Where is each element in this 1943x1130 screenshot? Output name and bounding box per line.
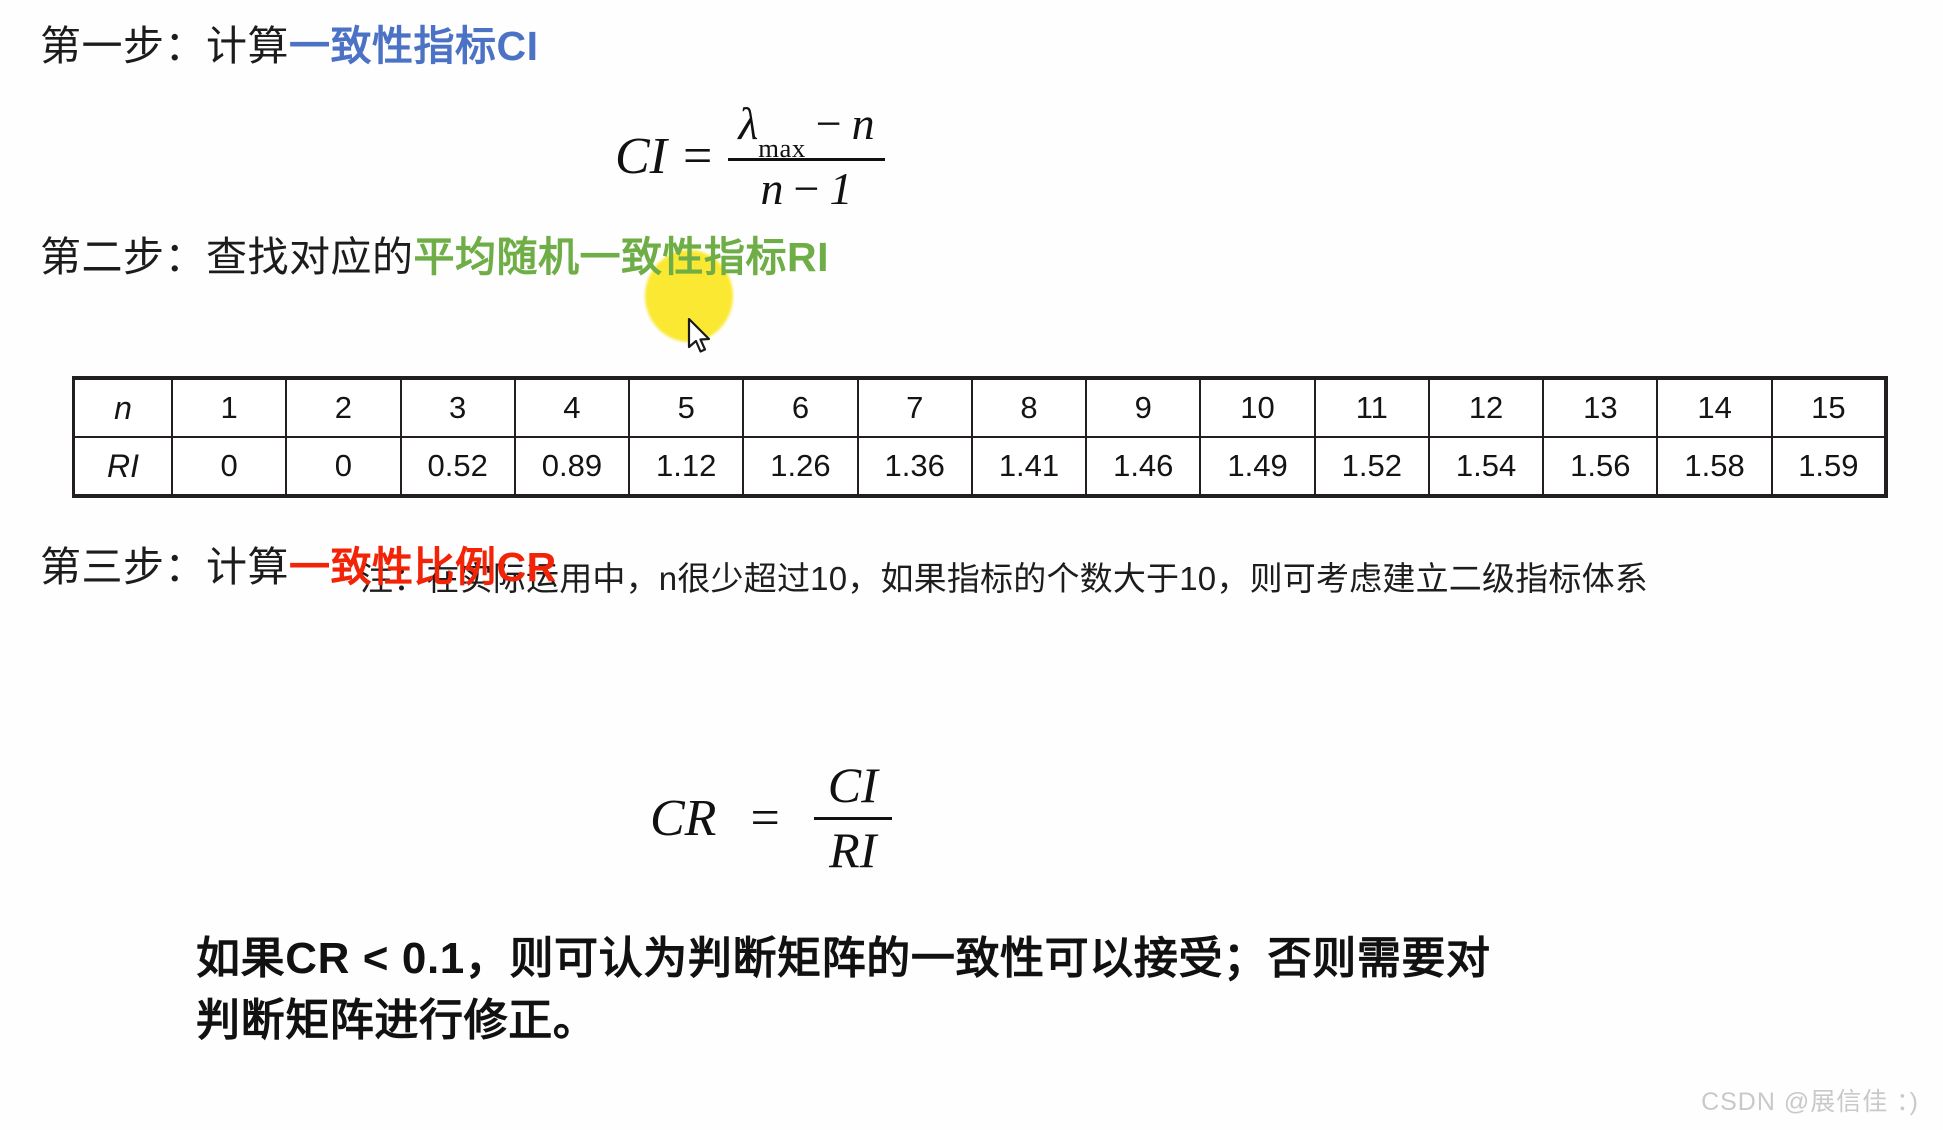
cell-n-3: 3	[399, 376, 516, 438]
conclusion-line-2: 判断矩阵进行修正。	[196, 996, 598, 1046]
denominator-one: 1	[829, 162, 853, 214]
cell-ri-9: 1.46	[1085, 436, 1202, 498]
mouse-pointer-icon	[687, 318, 711, 353]
table-row-n: n 1 2 3 4 5 6 7 8 9 10 11 12 13 14 15	[72, 376, 1889, 438]
row-header-n: n	[72, 376, 173, 438]
conclusion-line-1: 如果CR < 0.1，则可认为判断矩阵的一致性可以接受；否则需要对	[196, 934, 1491, 983]
conclusion-text: 如果CR < 0.1，则可认为判断矩阵的一致性可以接受；否则需要对 判断矩阵进行…	[196, 928, 1516, 1053]
denominator-n: n	[760, 162, 784, 214]
formula-cr-lhs: CR	[650, 789, 717, 847]
cell-ri-5: 1.12	[628, 436, 745, 498]
formula-cr-denominator: RI	[829, 821, 877, 878]
step-2-lead-text: 第二步：查找对应的	[40, 234, 414, 280]
cell-ri-15: 1.59	[1770, 436, 1889, 498]
cell-n-7: 7	[856, 376, 973, 438]
cell-n-8: 8	[970, 376, 1088, 438]
cell-ri-6: 1.26	[742, 436, 859, 498]
cell-ri-3: 0.52	[399, 436, 516, 498]
formula-ci-fraction: λmax − n n −1	[728, 96, 885, 218]
denominator-minus: −	[793, 162, 820, 214]
cell-n-15: 15	[1770, 376, 1889, 438]
slide-canvas: 第一步：计算一致性指标CI CI = λmax − n n −1 第二步：查找对应的平…	[0, 0, 1943, 1130]
formula-cr-fraction: CI RI	[813, 755, 892, 881]
cell-ri-8: 1.41	[970, 436, 1088, 498]
cell-ri-7: 1.36	[856, 436, 973, 498]
cell-n-10: 10	[1199, 376, 1316, 438]
cell-n-12: 12	[1427, 376, 1545, 438]
lambda-symbol: λ	[738, 98, 759, 149]
cell-n-1: 1	[170, 376, 288, 438]
formula-ci: CI = λmax − n n −1	[615, 96, 885, 218]
cell-n-14: 14	[1656, 376, 1773, 438]
cell-ri-13: 1.56	[1542, 436, 1659, 498]
formula-cr-equals: =	[750, 789, 780, 847]
cell-n-2: 2	[285, 376, 402, 438]
cell-ri-12: 1.54	[1427, 436, 1545, 498]
cell-ri-10: 1.49	[1199, 436, 1316, 498]
cell-ri-1: 0	[170, 436, 288, 498]
step-3-lead-text: 第三步：计算	[40, 544, 289, 590]
cell-n-6: 6	[742, 376, 859, 438]
cell-ri-4: 0.89	[513, 436, 631, 498]
step-3-heading: 第三步：计算一致性比例CR	[40, 544, 557, 590]
formula-cr-numerator: CI	[827, 757, 878, 813]
row-header-ri: RI	[72, 436, 173, 498]
formula-ci-equals: =	[683, 128, 713, 186]
ri-lookup-table: n 1 2 3 4 5 6 7 8 9 10 11 12 13 14 15 RI…	[72, 376, 1889, 498]
table-row-ri: RI 0 0 0.52 0.89 1.12 1.26 1.36 1.41 1.4…	[72, 436, 1889, 498]
formula-ci-lhs: CI	[615, 128, 667, 186]
step-1-heading: 第一步：计算一致性指标CI	[40, 23, 539, 69]
formula-ci-numerator: λmax − n	[728, 96, 884, 163]
step-2-heading: 第二步：查找对应的平均随机一致性指标RI	[40, 234, 829, 280]
step-1-accent-text: 一致性指标CI	[289, 23, 539, 69]
cell-ri-11: 1.52	[1313, 436, 1430, 498]
cell-ri-14: 1.58	[1656, 436, 1773, 498]
formula-ci-denominator: n −1	[751, 161, 863, 218]
step-2-accent-text: 平均随机一致性指标RI	[413, 234, 829, 280]
formula-cr: CR = CI RI	[650, 755, 892, 881]
step-1-lead-text: 第一步：计算	[40, 23, 289, 69]
cell-n-9: 9	[1085, 376, 1202, 438]
cell-n-4: 4	[513, 376, 631, 438]
lambda-subscript: max	[758, 133, 806, 164]
cell-n-13: 13	[1542, 376, 1659, 438]
numerator-n: n	[851, 98, 875, 149]
cell-n-5: 5	[628, 376, 745, 438]
numerator-minus: −	[815, 98, 842, 149]
csdn-watermark: CSDN @展信佳 ：)	[1701, 1088, 1919, 1116]
cell-ri-2: 0	[285, 436, 402, 498]
cell-n-11: 11	[1313, 376, 1430, 438]
step-3-accent-text: 一致性比例CR	[289, 544, 557, 590]
